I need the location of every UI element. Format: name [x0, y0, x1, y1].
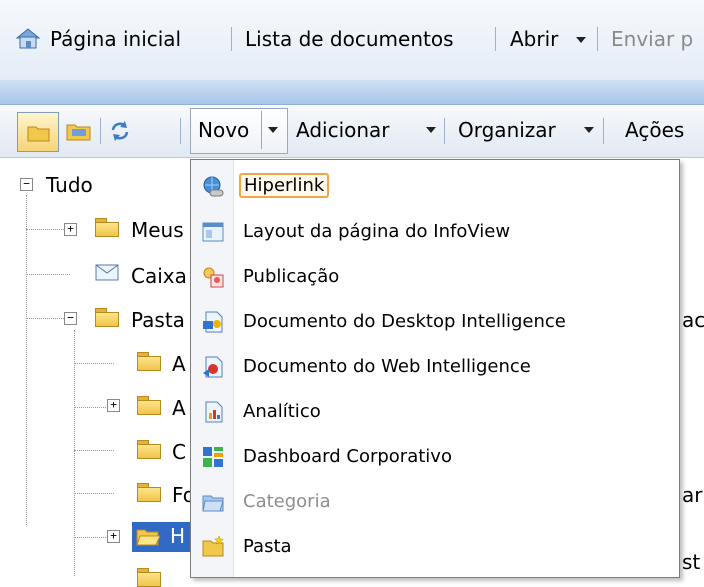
collapse-toggle[interactable]: − [64, 312, 77, 325]
hyperlink-icon [203, 176, 224, 197]
menu-item-label: Layout da página do InfoView [243, 221, 511, 242]
new-dropdown-menu: Hiperlink Layout da página do InfoView P… [190, 159, 680, 578]
toolbar-separator [100, 118, 101, 144]
toolbar-separator [180, 118, 181, 144]
send-menu[interactable]: Enviar p [611, 27, 693, 51]
category-icon [202, 495, 224, 512]
menu-item-folder[interactable]: Pasta [191, 524, 679, 570]
clipped-text: ar [682, 483, 703, 507]
header-band [0, 80, 704, 105]
menu-item-label: Analítico [243, 401, 321, 422]
refresh-icon[interactable] [108, 119, 132, 143]
menu-item-infoview-page-layout[interactable]: Layout da página do InfoView [191, 209, 679, 255]
chevron-down-icon[interactable] [426, 127, 436, 133]
tree-item-folder-c[interactable]: C [172, 440, 186, 464]
tree-line [74, 363, 114, 364]
menu-item-publication[interactable]: Publicação [191, 254, 679, 300]
folder-icon [137, 483, 161, 502]
chevron-down-icon[interactable] [268, 127, 278, 133]
chevron-down-icon[interactable] [576, 37, 586, 43]
tree-item-all[interactable]: Tudo [46, 173, 93, 197]
menu-item-label: Dashboard Corporativo [243, 446, 452, 467]
folder-icon [27, 126, 50, 142]
toolbar: Novo Adicionar Organizar Ações [0, 105, 704, 158]
actions-button[interactable]: Ações [625, 118, 684, 142]
home-link[interactable]: Página inicial [50, 27, 181, 51]
menu-item-label: Documento do Desktop Intelligence [243, 311, 566, 332]
folder-icon [137, 440, 161, 459]
tree-line [74, 330, 75, 576]
document-list-link[interactable]: Lista de documentos [245, 27, 454, 51]
menu-item-desktop-intelligence[interactable]: Documento do Desktop Intelligence [191, 299, 679, 345]
inbox-icon [95, 264, 119, 281]
nav-separator [597, 27, 598, 51]
folder-icon [137, 352, 161, 371]
tree-line [26, 274, 70, 275]
clipped-text: st [682, 550, 701, 574]
menu-item-label: Pasta [243, 536, 292, 557]
expand-toggle[interactable]: + [64, 223, 77, 236]
tree-item-folder-a1[interactable]: A [172, 352, 186, 376]
tree-item-inbox[interactable]: Caixa [131, 264, 187, 288]
chevron-down-icon[interactable] [584, 127, 594, 133]
tree-item-folder-a2[interactable]: A [172, 396, 186, 420]
expand-toggle[interactable]: + [107, 399, 120, 412]
tree-item-label: H [170, 524, 186, 548]
page-layout-icon [202, 222, 224, 242]
menu-item-label: Publicação [243, 266, 340, 287]
menu-item-web-intelligence[interactable]: Documento do Web Intelligence [191, 344, 679, 390]
tree-line [74, 450, 114, 451]
add-button[interactable]: Adicionar [296, 118, 390, 142]
tree-line [74, 493, 114, 494]
tree-item-my-folders[interactable]: Meus [131, 218, 184, 242]
menu-item-corporate-dashboard[interactable]: Dashboard Corporativo [191, 434, 679, 480]
menu-item-hyperlink[interactable]: Hiperlink [191, 164, 679, 210]
menu-item-analytic[interactable]: Analítico [191, 389, 679, 435]
folder-icon [137, 568, 161, 587]
analytic-icon [205, 401, 223, 423]
menu-item-label: Hiperlink [239, 173, 330, 198]
open-menu[interactable]: Abrir [510, 27, 558, 51]
home-icon[interactable] [14, 26, 42, 50]
dashboard-icon [203, 447, 223, 467]
open-folder-icon [136, 529, 161, 546]
menu-item-label: Documento do Web Intelligence [243, 356, 531, 377]
folder-icon [137, 396, 161, 415]
menu-item-category: Categoria [191, 479, 679, 525]
tree-line [26, 195, 27, 525]
menu-item-label: Categoria [243, 491, 331, 512]
expand-toggle[interactable]: + [107, 530, 120, 543]
toolbar-separator [603, 118, 604, 144]
desktop-intelligence-icon [203, 311, 223, 333]
toolbar-separator [444, 118, 445, 144]
collapse-toggle[interactable]: − [20, 178, 33, 191]
folder-icon [95, 218, 119, 237]
web-intelligence-icon [203, 356, 223, 378]
top-navigation-bar: Página inicial Lista de documentos Abrir… [0, 0, 704, 81]
tree-view-toggle[interactable] [17, 112, 59, 152]
clipped-text: ac [682, 308, 704, 332]
new-button[interactable]: Novo [198, 118, 249, 142]
publication-icon [203, 267, 224, 288]
nav-separator [231, 27, 232, 51]
tree-item-public-folders[interactable]: Pasta [131, 308, 185, 332]
nav-separator [495, 27, 496, 51]
folder-icon [95, 308, 119, 327]
folder-new-icon [202, 536, 224, 557]
organize-button[interactable]: Organizar [458, 118, 556, 142]
split-separator [261, 111, 262, 149]
tree-item-selected[interactable]: H [132, 522, 192, 552]
folder-list-icon[interactable] [66, 120, 92, 142]
